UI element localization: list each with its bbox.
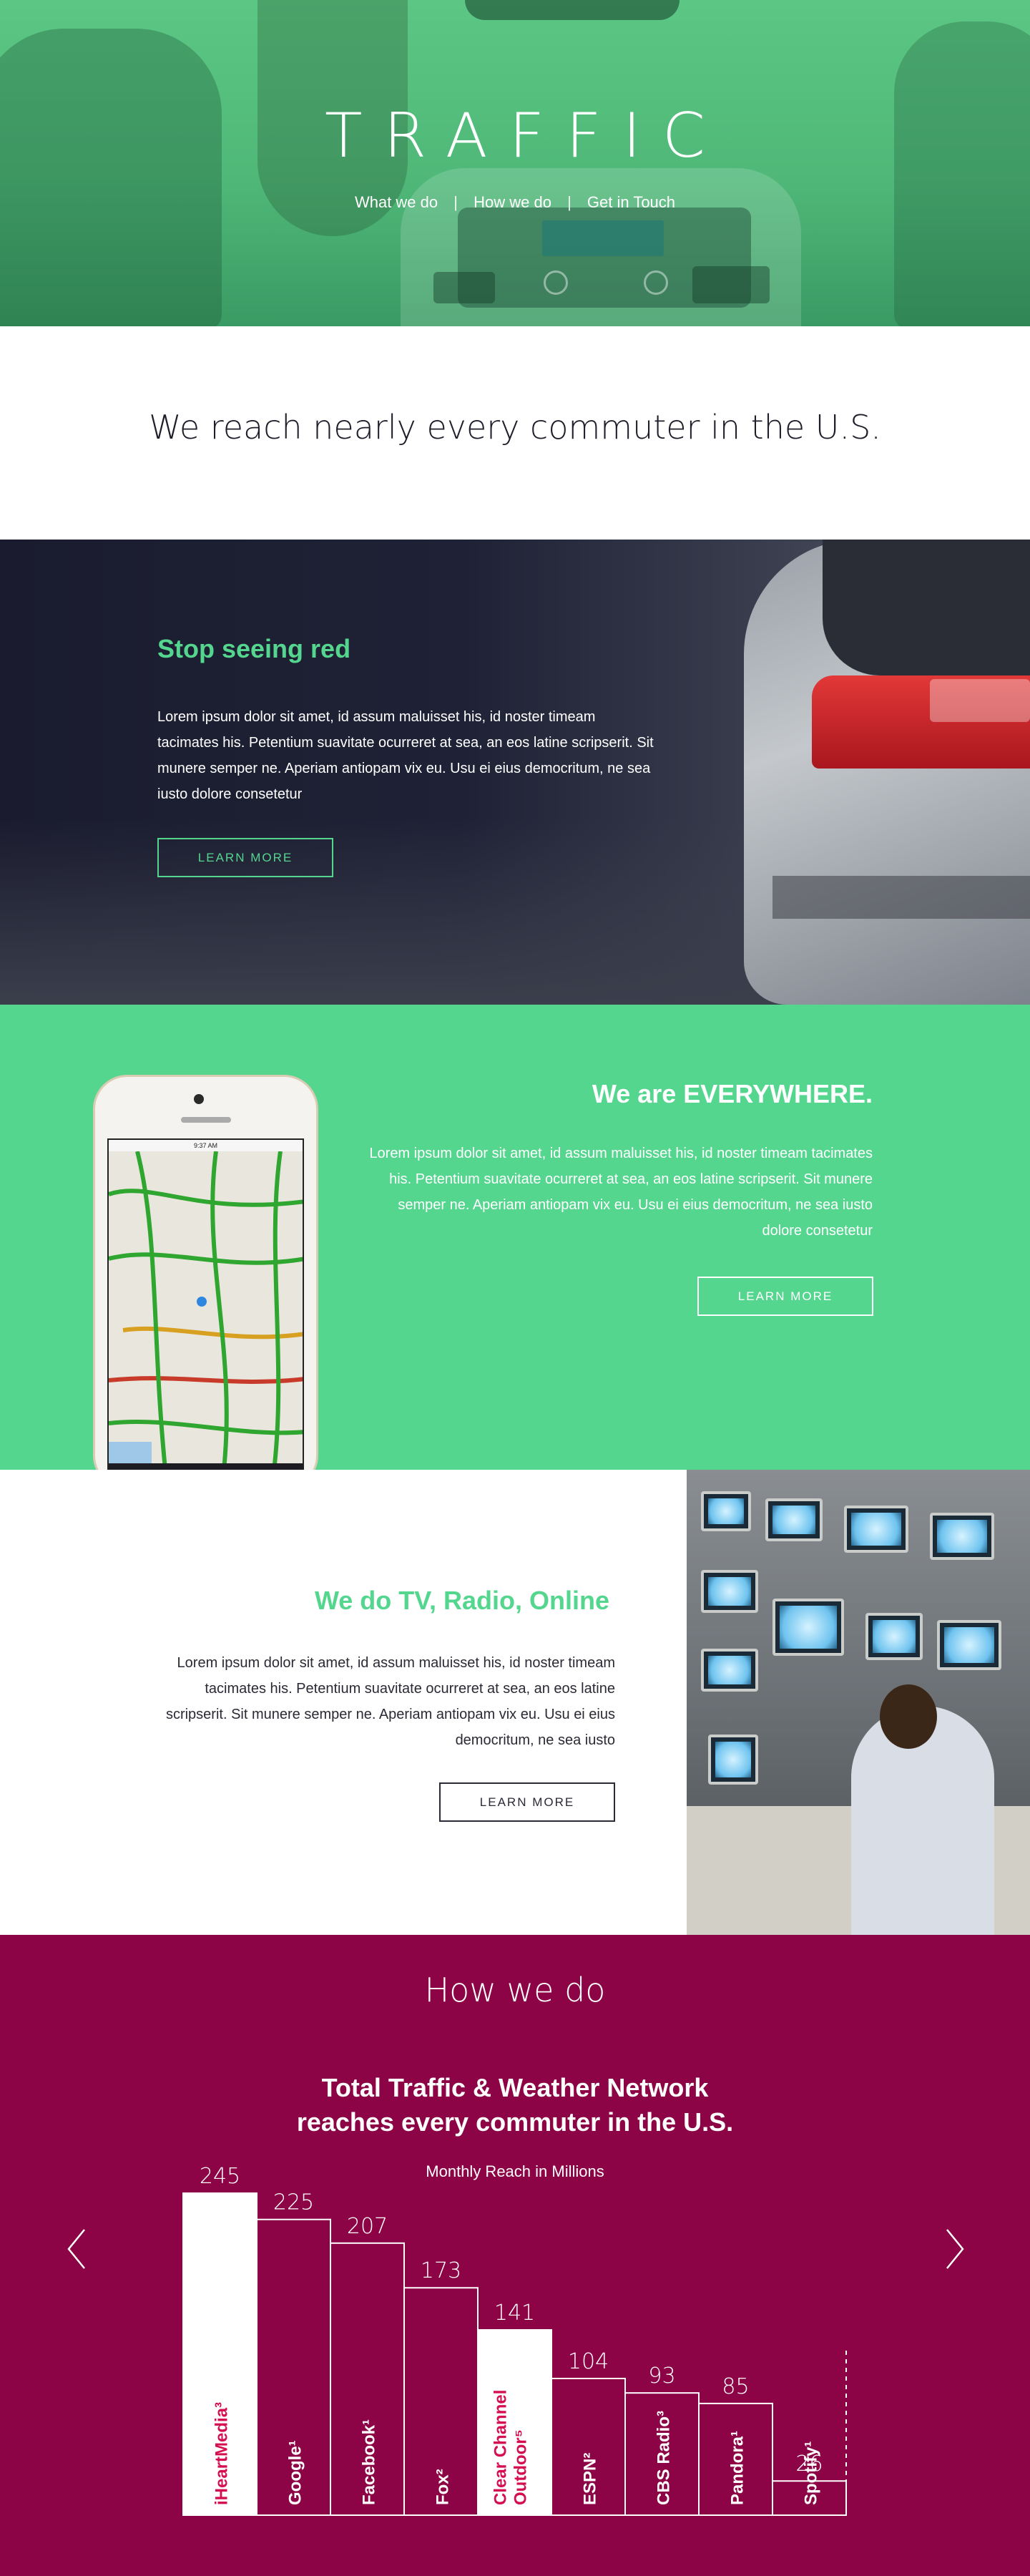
traffic-map-screen: 9:37 AM: [107, 1138, 304, 1470]
nav-separator: |: [567, 193, 572, 211]
taillight-reflection: [930, 679, 1030, 722]
monitor-screen: [701, 1649, 758, 1692]
phone-speaker-slot: [181, 1117, 231, 1123]
how-heading: How we do: [424, 1971, 606, 2009]
radio-knob-left: [544, 270, 568, 295]
tv-heading: We do TV, Radio, Online: [314, 1586, 609, 1615]
radio-display: [542, 220, 664, 256]
chart-title: Total Traffic & Weather Network reaches …: [0, 2071, 1030, 2140]
nav-what-we-do[interactable]: What we do: [355, 193, 438, 211]
monitor-screen: [844, 1506, 908, 1553]
nav-get-in-touch[interactable]: Get in Touch: [587, 193, 675, 211]
traffic-map-icon: [109, 1151, 303, 1470]
monitor-screen: [772, 1599, 844, 1656]
site-logo-title: TRAFFIC: [325, 100, 727, 172]
tv-radio-online-section: We do TV, Radio, Online Lorem ipsum dolo…: [0, 1470, 1030, 1935]
phone-mockup: 9:37 AM: [93, 1075, 318, 1470]
monitor-screen: [708, 1735, 758, 1785]
chart-title-line-2: reaches every commuter in the U.S.: [296, 2107, 734, 2137]
chart-subtitle: Monthly Reach in Millions: [426, 2162, 604, 2180]
tv-body: Lorem ipsum dolor sit amet, id assum mal…: [165, 1655, 615, 1748]
monitor-screen: [937, 1620, 1001, 1670]
car-seat-left: [0, 29, 222, 326]
car-rear-window: [823, 540, 1030, 675]
car-bumper: [772, 876, 1030, 919]
monitor-screen: [865, 1613, 923, 1660]
everywhere-learn-more-button[interactable]: LEARN MORE: [697, 1277, 873, 1316]
rearview-mirror: [465, 0, 680, 20]
phone-camera: [194, 1094, 204, 1104]
monitor-screen: [765, 1498, 823, 1541]
operator-head: [880, 1684, 937, 1749]
how-we-do-section: How we do Total Traffic & Weather Networ…: [0, 1935, 1030, 2576]
chart-title-line-1: Total Traffic & Weather Network: [321, 2073, 709, 2102]
monitor-screen: [701, 1491, 751, 1531]
nav-separator: |: [453, 193, 458, 211]
chevron-left-icon[interactable]: [63, 2224, 92, 2274]
stop-body: Lorem ipsum dolor sit amet, id assum mal…: [157, 709, 654, 802]
air-vent-left: [433, 272, 495, 303]
phone-status-bar: 9:37 AM: [109, 1140, 303, 1151]
everywhere-heading: We are EVERYWHERE.: [592, 1079, 873, 1108]
control-room-photo: [687, 1470, 1030, 1935]
tv-learn-more-button[interactable]: LEARN MORE: [439, 1782, 615, 1822]
monitor-screen: [701, 1570, 758, 1613]
hero-section: TRAFFIC What we do | How we do | Get in …: [0, 0, 1030, 326]
air-vent-right: [692, 266, 770, 303]
main-nav: What we do | How we do | Get in Touch: [0, 193, 1030, 212]
nav-how-we-do[interactable]: How we do: [474, 193, 551, 211]
radio-knob-right: [644, 270, 668, 295]
everywhere-body: Lorem ipsum dolor sit amet, id assum mal…: [369, 1146, 873, 1239]
everywhere-section: 9:37 AM We are EVERYWHERE. Lorem ipsum d…: [0, 1005, 1030, 1470]
stop-heading: Stop seeing red: [157, 634, 351, 663]
stop-learn-more-button[interactable]: LEARN MORE: [157, 838, 333, 877]
car-seat-right: [894, 21, 1030, 326]
monitor-screen: [930, 1513, 994, 1560]
stop-seeing-red-section: Stop seeing red Lorem ipsum dolor sit am…: [0, 540, 1030, 1005]
intro-heading: We reach nearly every commuter in the U.…: [149, 408, 881, 447]
chevron-right-icon[interactable]: [940, 2224, 968, 2274]
intro-section: We reach nearly every commuter in the U.…: [0, 326, 1030, 540]
